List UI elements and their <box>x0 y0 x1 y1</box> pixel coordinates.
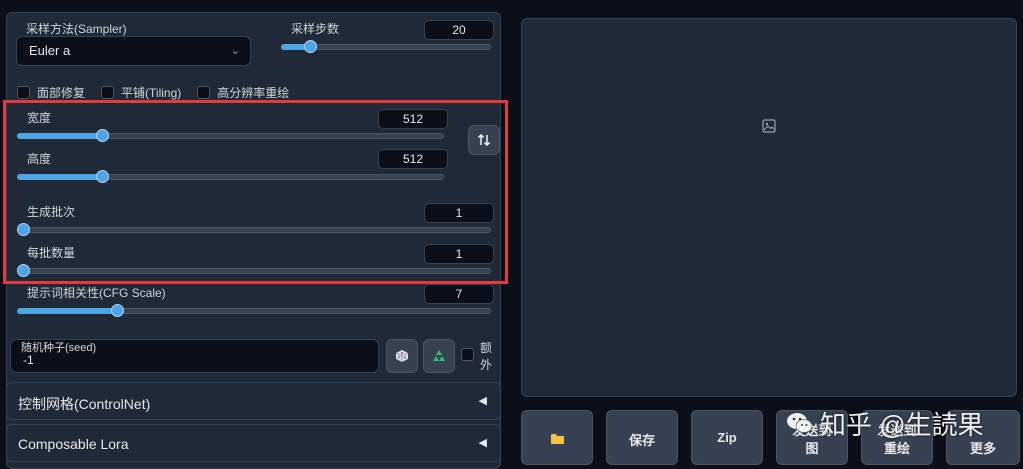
sampler-dropdown[interactable]: Euler a ⌄ <box>16 36 251 66</box>
face-restore-label: 面部修复 <box>37 85 86 100</box>
chevron-down-icon: ⌄ <box>230 45 240 57</box>
zhihu-watermark: 知乎 @生読果 <box>786 405 984 441</box>
cfg-label: 提示词相关性(CFG Scale) <box>27 286 166 300</box>
hires-fix-checkbox[interactable] <box>197 85 211 99</box>
sampler-label: 采样方法(Sampler) <box>26 22 127 36</box>
options-row: 面部修复 平铺(Tiling) 高分辨率重绘 <box>17 84 305 100</box>
dice-icon <box>395 350 409 362</box>
seed-input[interactable]: 随机种子(seed) -1 <box>10 339 379 373</box>
tiling-checkbox[interactable] <box>101 85 115 99</box>
steps-slider[interactable] <box>281 40 491 54</box>
sampler-value: Euler a <box>29 43 71 58</box>
slider-thumb[interactable] <box>304 40 318 53</box>
image-preview-area <box>521 18 1017 397</box>
folder-icon <box>551 434 564 444</box>
steps-number-input[interactable]: 20 <box>424 20 494 40</box>
composable-lora-title: Composable Lora <box>18 436 129 452</box>
watermark-text: 知乎 @生読果 <box>820 409 984 440</box>
zip-button[interactable]: Zip <box>691 410 763 465</box>
seed-value: -1 <box>23 353 34 367</box>
save-button[interactable]: 保存 <box>606 410 678 465</box>
open-folder-button[interactable] <box>521 410 593 465</box>
cfg-number-input[interactable]: 7 <box>424 284 494 304</box>
image-placeholder-icon <box>762 119 776 133</box>
collapse-arrow-icon: ◀ <box>478 395 487 407</box>
reuse-seed-button[interactable] <box>423 339 455 373</box>
save-label: 保存 <box>628 433 655 448</box>
wechat-logo-icon <box>787 413 813 433</box>
cfg-slider[interactable] <box>17 304 491 318</box>
hires-fix-label: 高分辨率重绘 <box>217 85 290 100</box>
controlnet-title: 控制网格(ControlNet) <box>18 396 151 412</box>
controlnet-accordion[interactable]: 控制网格(ControlNet) ◀ <box>6 382 501 420</box>
steps-label: 采样步数 <box>291 22 340 36</box>
tiling-label: 平铺(Tiling) <box>121 85 182 100</box>
zip-label: Zip <box>717 430 737 445</box>
recycle-icon <box>433 350 445 361</box>
slider-thumb[interactable] <box>110 304 124 317</box>
extra-seed-label: 额外 <box>480 341 493 372</box>
collapse-arrow-icon: ◀ <box>478 437 487 449</box>
highlight-frame <box>3 100 508 284</box>
face-restore-checkbox[interactable] <box>17 85 30 99</box>
extra-seed-checkbox[interactable] <box>461 348 474 361</box>
composable-lora-accordion[interactable]: Composable Lora ◀ <box>6 424 501 462</box>
random-seed-button[interactable] <box>386 339 418 373</box>
